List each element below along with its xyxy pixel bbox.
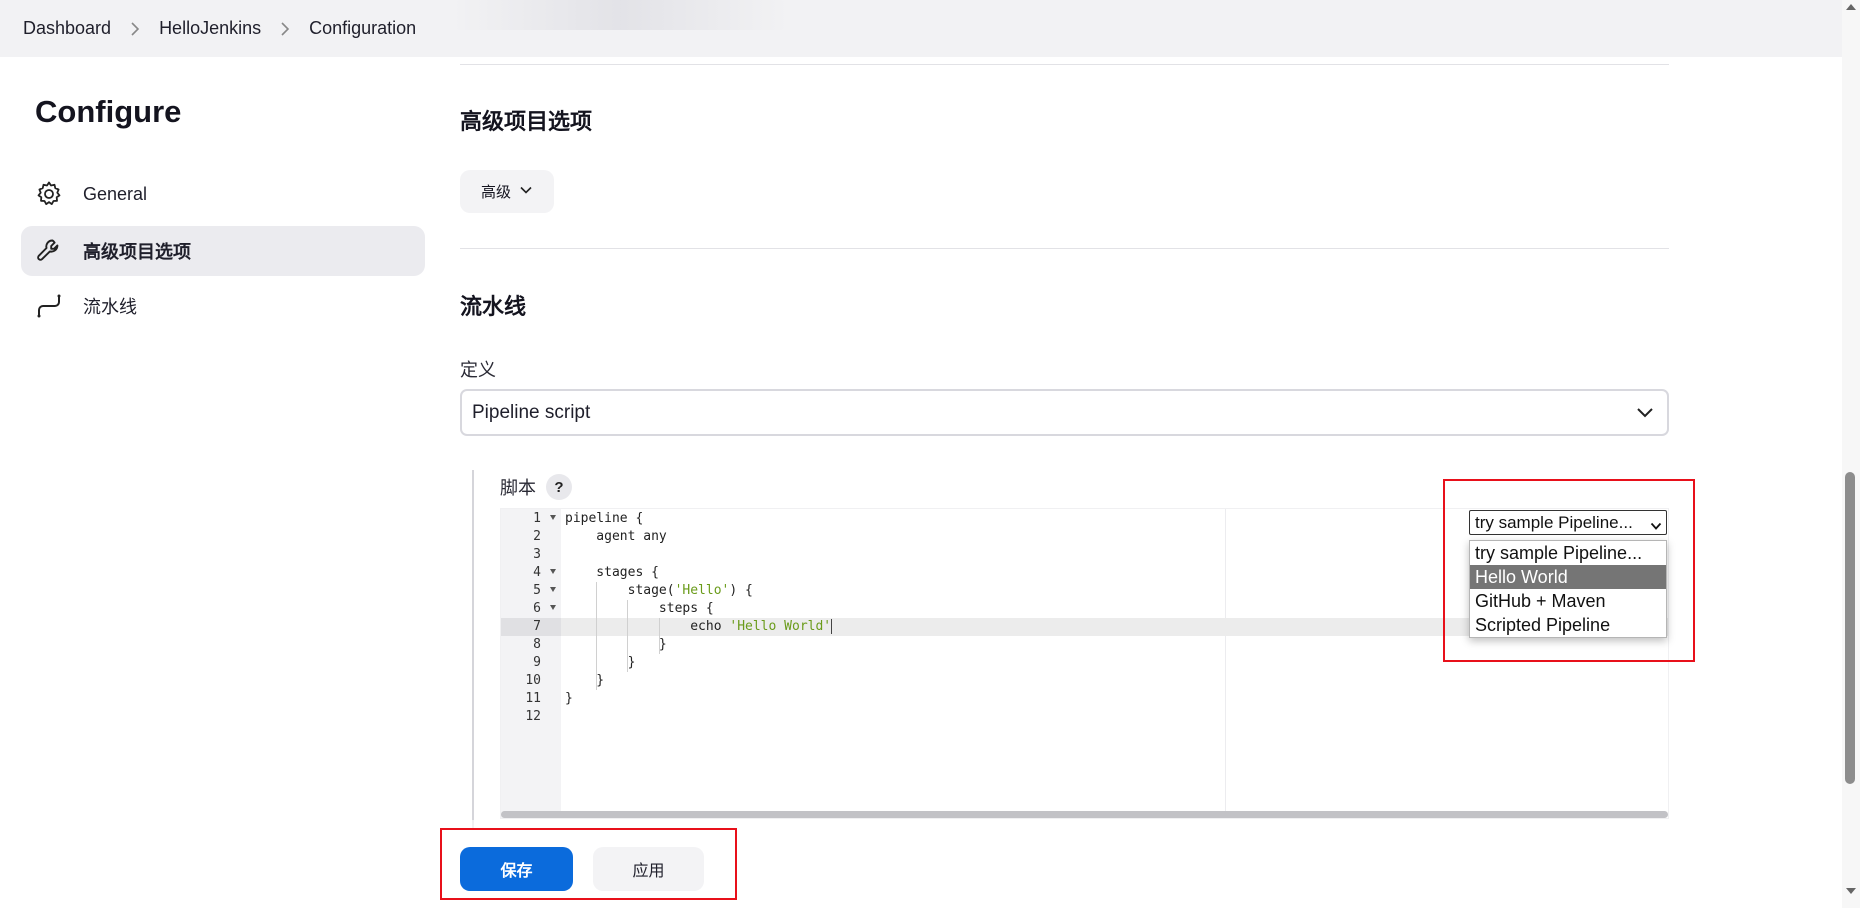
gear-icon <box>35 180 63 208</box>
line-number: 9 <box>533 655 541 670</box>
definition-select[interactable]: Pipeline script <box>460 389 1669 436</box>
editor-horizontal-scrollbar[interactable] <box>501 811 1668 818</box>
blurred-region <box>450 0 790 30</box>
line-number: 5 <box>501 582 561 600</box>
line-number: 11 <box>525 691 541 706</box>
line-number: 3 <box>533 547 541 562</box>
code-text: stage('Hello') { <box>565 583 753 598</box>
fold-arrow-icon[interactable] <box>550 587 556 592</box>
text-cursor <box>831 619 833 634</box>
chevron-right-icon <box>130 21 140 36</box>
code-text: } <box>565 637 667 652</box>
code-line[interactable]: 11} <box>501 690 1668 708</box>
definition-label: 定义 <box>460 360 496 380</box>
sidebar-item-pipeline[interactable]: 流水线 <box>21 281 425 331</box>
line-number: 2 <box>533 529 541 544</box>
line-number: 6 <box>501 600 561 618</box>
chevron-down-icon <box>1635 402 1655 422</box>
breadcrumb-bar: Dashboard HelloJenkins Configuration <box>0 0 1842 57</box>
annotation-box-sample <box>1443 479 1695 662</box>
script-indent-bar <box>472 470 474 830</box>
divider <box>460 248 1669 249</box>
fold-arrow-icon[interactable] <box>550 569 556 574</box>
line-number: 12 <box>525 709 541 724</box>
script-label: 脚本 <box>500 478 536 498</box>
chevron-right-icon <box>280 21 290 36</box>
sidebar-item-general[interactable]: General <box>21 169 425 219</box>
indent-guide <box>596 582 598 690</box>
code-text: echo 'Hello World' <box>565 619 833 634</box>
annotation-box-actions <box>440 828 737 900</box>
divider <box>460 64 1669 65</box>
indent-guide <box>658 618 660 654</box>
advanced-button-label: 高级 <box>480 184 511 201</box>
chevron-down-icon <box>519 183 533 201</box>
code-text: } <box>565 691 573 706</box>
definition-select-value: Pipeline script <box>472 401 591 423</box>
scroll-up-icon[interactable] <box>1846 4 1856 10</box>
sidebar-item-advanced[interactable]: 高级项目选项 <box>21 226 425 276</box>
code-text: agent any <box>565 529 667 544</box>
help-icon[interactable]: ? <box>546 474 572 500</box>
sidebar-item-label: General <box>83 183 148 204</box>
code-text: } <box>565 673 605 688</box>
wrench-icon <box>35 237 63 265</box>
sidebar-item-label: 流水线 <box>83 297 137 317</box>
line-number: 10 <box>525 673 541 688</box>
page-title: Configure <box>35 94 182 129</box>
line-number: 7 <box>501 618 561 636</box>
script-label-row: 脚本 ? <box>500 474 572 500</box>
code-text: steps { <box>565 601 714 616</box>
code-line[interactable]: 10 } <box>501 672 1668 690</box>
pipeline-section-title: 流水线 <box>460 294 527 319</box>
advanced-button[interactable]: 高级 <box>460 170 554 213</box>
code-text: pipeline { <box>565 511 644 526</box>
sidebar-item-label: 高级项目选项 <box>83 242 191 262</box>
breadcrumb-dashboard[interactable]: Dashboard <box>23 18 111 39</box>
breadcrumb-configuration[interactable]: Configuration <box>309 18 416 39</box>
line-number: 4 <box>501 564 561 582</box>
code-text: stages { <box>565 565 659 580</box>
scroll-down-icon[interactable] <box>1846 888 1856 894</box>
page-scrollbar-thumb[interactable] <box>1845 472 1855 784</box>
line-number: 8 <box>533 637 541 652</box>
line-number: 1 <box>501 510 561 528</box>
fold-arrow-icon[interactable] <box>550 515 556 520</box>
fold-arrow-icon[interactable] <box>550 605 556 610</box>
code-line[interactable]: 12 <box>501 708 1668 726</box>
breadcrumb-hellojenkins[interactable]: HelloJenkins <box>159 18 261 39</box>
advanced-section-title: 高级项目选项 <box>460 109 593 134</box>
pipeline-icon <box>35 292 63 320</box>
indent-guide <box>627 600 629 672</box>
code-text: } <box>565 655 636 670</box>
